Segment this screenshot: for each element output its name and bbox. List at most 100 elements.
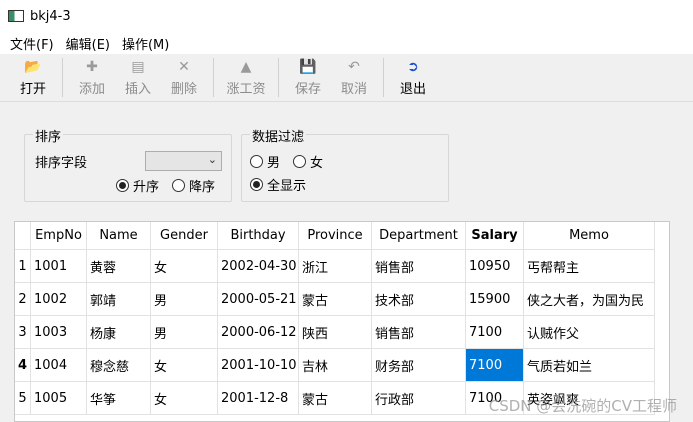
ascending-label: 升序 — [133, 180, 160, 195]
table-corner — [15, 222, 31, 250]
table-cell[interactable]: 2002-04-30 — [218, 250, 299, 283]
row-header[interactable]: 2 — [15, 283, 31, 316]
open-folder-icon: 📂 — [24, 59, 42, 75]
add-icon: ✚ — [86, 59, 98, 75]
watermark: CSDN @会洗碗的CV工程师 — [488, 397, 677, 415]
exit-button-label: 退出 — [399, 82, 426, 97]
open-button[interactable]: 📂 打开 — [10, 54, 56, 101]
female-radio-circle — [293, 155, 306, 168]
delete-button-label: 删除 — [170, 82, 197, 97]
title-bar: bkj4-3 — [0, 0, 693, 32]
raise-salary-button[interactable]: ▲ 涨工资 — [220, 54, 272, 101]
cancel-button-label: 取消 — [340, 82, 367, 97]
row-header[interactable]: 1 — [15, 250, 31, 283]
table-cell[interactable]: 销售部 — [372, 250, 466, 283]
table-cell[interactable]: 黄蓉 — [87, 250, 151, 283]
toolbar-separator — [213, 58, 214, 97]
table-cell[interactable]: 7100 — [466, 316, 524, 349]
table-cell[interactable]: 侠之大者，为国为民 — [524, 283, 655, 316]
table-cell[interactable]: 2001-12-8 — [218, 382, 299, 415]
table-cell[interactable]: 2000-06-12 — [218, 316, 299, 349]
filter-group-title: 数据过滤 — [250, 126, 307, 145]
column-header-province[interactable]: Province — [299, 222, 372, 250]
table-cell[interactable]: 穆念慈 — [87, 349, 151, 382]
toolbar-separator — [62, 58, 63, 97]
table-cell[interactable]: 1004 — [31, 349, 87, 382]
male-radio[interactable]: 男 — [250, 152, 280, 171]
female-radio[interactable]: 女 — [293, 152, 323, 171]
table-cell[interactable]: 1002 — [31, 283, 87, 316]
insert-button[interactable]: ▤ 插入 — [115, 54, 161, 101]
table-cell[interactable]: 女 — [151, 349, 218, 382]
table-cell[interactable]: 销售部 — [372, 316, 466, 349]
table-cell[interactable]: 丐帮帮主 — [524, 250, 655, 283]
male-radio-circle — [250, 155, 263, 168]
toolbar-separator — [278, 58, 279, 97]
open-button-label: 打开 — [19, 82, 46, 97]
window-title: bkj4-3 — [30, 8, 71, 24]
show-all-radio[interactable]: 全显示 — [250, 175, 306, 194]
exit-icon: ➲ — [407, 59, 419, 75]
table-cell[interactable]: 陕西 — [299, 316, 372, 349]
table-cell[interactable]: 1003 — [31, 316, 87, 349]
table-cell[interactable]: 男 — [151, 283, 218, 316]
table-cell[interactable]: 认贼作父 — [524, 316, 655, 349]
table-cell[interactable]: 蒙古 — [299, 382, 372, 415]
table-cell[interactable]: 15900 — [466, 283, 524, 316]
table-cell[interactable]: 行政部 — [372, 382, 466, 415]
table-cell[interactable]: 华筝 — [87, 382, 151, 415]
descending-radio[interactable]: 降序 — [172, 176, 215, 195]
menu-operation[interactable]: 操作(M) — [116, 34, 175, 53]
undo-icon: ↶ — [348, 59, 360, 75]
delete-icon: ✕ — [178, 59, 190, 75]
table-cell[interactable]: 浙江 — [299, 250, 372, 283]
selected-cell[interactable]: 7100 — [466, 349, 524, 382]
row-header[interactable]: 3 — [15, 316, 31, 349]
column-header-name[interactable]: Name — [87, 222, 151, 250]
column-header-salary[interactable]: Salary — [466, 222, 524, 250]
add-button[interactable]: ✚ 添加 — [69, 54, 115, 101]
table-cell[interactable]: 财务部 — [372, 349, 466, 382]
add-button-label: 添加 — [78, 82, 105, 97]
employee-table[interactable]: EmpNo Name Gender Birthday Province Depa… — [14, 221, 670, 422]
table-cell[interactable]: 10950 — [466, 250, 524, 283]
table-cell[interactable]: 蒙古 — [299, 283, 372, 316]
ascending-radio[interactable]: 升序 — [116, 176, 159, 195]
column-header-empno[interactable]: EmpNo — [31, 222, 87, 250]
insert-button-label: 插入 — [124, 82, 151, 97]
row-header-current[interactable]: 4 — [15, 349, 31, 382]
sort-field-combo[interactable]: ⌄ — [145, 151, 222, 171]
delete-button[interactable]: ✕ 删除 — [161, 54, 207, 101]
column-header-department[interactable]: Department — [372, 222, 466, 250]
column-header-gender[interactable]: Gender — [151, 222, 218, 250]
table-cell[interactable]: 1005 — [31, 382, 87, 415]
table-cell[interactable]: 男 — [151, 316, 218, 349]
save-button[interactable]: 💾 保存 — [285, 54, 331, 101]
table-cell[interactable]: 郭靖 — [87, 283, 151, 316]
table-cell[interactable]: 2000-05-21 — [218, 283, 299, 316]
ascending-radio-circle — [116, 179, 129, 192]
menu-edit[interactable]: 编辑(E) — [60, 34, 116, 53]
menu-file[interactable]: 文件(F) — [4, 34, 60, 53]
table-cell[interactable]: 吉林 — [299, 349, 372, 382]
table-cell[interactable]: 女 — [151, 250, 218, 283]
table-cell[interactable]: 女 — [151, 382, 218, 415]
column-header-birthday[interactable]: Birthday — [218, 222, 299, 250]
exit-button[interactable]: ➲ 退出 — [390, 54, 436, 101]
column-header-memo[interactable]: Memo — [524, 222, 655, 250]
toolbar: 📂 打开 ✚ 添加 ▤ 插入 ✕ 删除 ▲ 涨工资 💾 保存 ↶ 取消 ➲ 退出 — [0, 54, 693, 102]
show-all-label: 全显示 — [267, 179, 307, 194]
table-cell[interactable]: 1001 — [31, 250, 87, 283]
save-icon: 💾 — [299, 59, 317, 75]
table-cell[interactable]: 技术部 — [372, 283, 466, 316]
raise-salary-icon: ▲ — [240, 59, 252, 75]
table-cell[interactable]: 2001-10-10 — [218, 349, 299, 382]
save-button-label: 保存 — [294, 82, 321, 97]
row-header[interactable]: 5 — [15, 382, 31, 415]
descending-label: 降序 — [189, 180, 216, 195]
table-cell[interactable]: 气质若如兰 — [524, 349, 655, 382]
toolbar-separator — [383, 58, 384, 97]
insert-icon: ▤ — [131, 59, 145, 75]
cancel-button[interactable]: ↶ 取消 — [331, 54, 377, 101]
table-cell[interactable]: 杨康 — [87, 316, 151, 349]
